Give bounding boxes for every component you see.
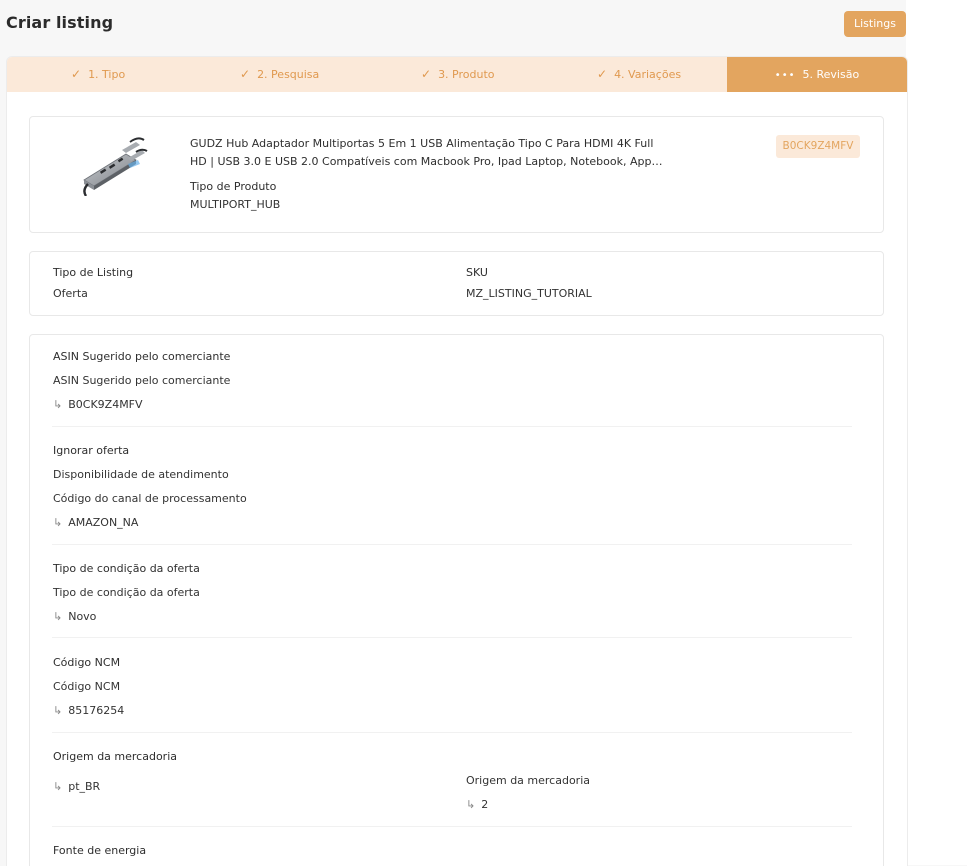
channel-value: AMAZON_NA [68, 516, 139, 529]
origin-locale-row: ↳ pt_BR [53, 780, 100, 793]
asin-value-row: ↳ B0CK9Z4MFV [53, 398, 143, 411]
condition-section-title: Tipo de condição da oferta [53, 562, 200, 575]
asin-badge: B0CK9Z4MFV [776, 135, 860, 158]
divider [52, 544, 852, 545]
origin-locale: pt_BR [68, 780, 101, 793]
divider [52, 732, 852, 733]
ncm-value: 85176254 [68, 704, 125, 717]
return-arrow-icon: ↳ [53, 516, 63, 529]
condition-field-label: Tipo de condição da oferta [53, 586, 200, 599]
product-card: GUDZ Hub Adaptador Multiportas 5 Em 1 US… [29, 116, 884, 233]
listing-info-card: Tipo de Listing Oferta SKU MZ_LISTING_TU… [29, 251, 884, 316]
divider [52, 826, 852, 827]
step-produto[interactable]: ✓ 3. Produto [421, 57, 495, 92]
return-arrow-icon: ↳ [53, 780, 63, 793]
sku-label: SKU [466, 266, 488, 279]
step-tipo[interactable]: ✓ 1. Tipo [71, 57, 125, 92]
check-icon: ✓ [421, 67, 432, 81]
origin-value-row: ↳ 2 [466, 798, 488, 811]
origin-value: 2 [481, 798, 489, 811]
check-icon: ✓ [240, 67, 251, 81]
product-type-label: Tipo de Produto [190, 180, 277, 193]
ncm-value-row: ↳ 85176254 [53, 704, 124, 717]
channel-code-label: Código do canal de processamento [53, 492, 247, 505]
asin-value: B0CK9Z4MFV [68, 398, 143, 411]
check-icon: ✓ [71, 67, 82, 81]
stepper: ✓ 1. Tipo ✓ 2. Pesquisa ✓ 3. Produto ✓ 4. Va… [7, 57, 907, 92]
channel-value-row: ↳ AMAZON_NA [53, 516, 138, 529]
ignore-offer-label: Ignorar oferta [53, 444, 130, 457]
listing-type-label: Tipo de Listing [53, 266, 134, 279]
origin-field-label: Origem da mercadoria [466, 774, 591, 787]
ncm-field-label: Código NCM [53, 680, 121, 693]
divider [52, 637, 852, 638]
attributes-card: ASIN Sugerido pelo comerciante ASIN Suge… [29, 334, 884, 866]
return-arrow-icon: ↳ [53, 398, 63, 411]
check-icon: ✓ [597, 67, 608, 81]
product-title-line2: HD | USB 3.0 E USB 2.0 Compatíveis com M… [190, 155, 663, 168]
divider [52, 426, 852, 427]
asin-section-title: ASIN Sugerido pelo comerciante [53, 350, 231, 363]
product-title-line1: GUDZ Hub Adaptador Multiportas 5 Em 1 US… [190, 137, 654, 150]
return-arrow-icon: ↳ [53, 610, 63, 623]
condition-value-row: ↳ Novo [53, 610, 96, 623]
fulfillment-label: Disponibilidade de atendimento [53, 468, 229, 481]
ncm-section-title: Código NCM [53, 656, 121, 669]
step-pesquisa[interactable]: ✓ 2. Pesquisa [240, 57, 319, 92]
more-dots-icon: ••• [774, 70, 796, 81]
wizard-panel: ✓ 1. Tipo ✓ 2. Pesquisa ✓ 3. Produto ✓ 4. Va… [6, 56, 908, 866]
return-arrow-icon: ↳ [466, 798, 476, 811]
return-arrow-icon: ↳ [53, 704, 63, 717]
listings-button[interactable]: Listings [844, 11, 906, 37]
asin-field-label: ASIN Sugerido pelo comerciante [53, 374, 231, 387]
origin-section-title: Origem da mercadoria [53, 750, 178, 763]
step-variacoes[interactable]: ✓ 4. Variações [597, 57, 681, 92]
condition-value: Novo [68, 610, 97, 623]
product-image [83, 137, 148, 196]
page-title: Criar listing [6, 13, 114, 32]
sku-value: MZ_LISTING_TUTORIAL [466, 287, 592, 300]
step-revisao[interactable]: ••• 5. Revisão [727, 57, 907, 92]
product-type-value: MULTIPORT_HUB [190, 198, 281, 211]
listing-type-value: Oferta [53, 287, 88, 300]
power-section-title: Fonte de energia [53, 844, 147, 857]
right-gutter [906, 0, 967, 865]
